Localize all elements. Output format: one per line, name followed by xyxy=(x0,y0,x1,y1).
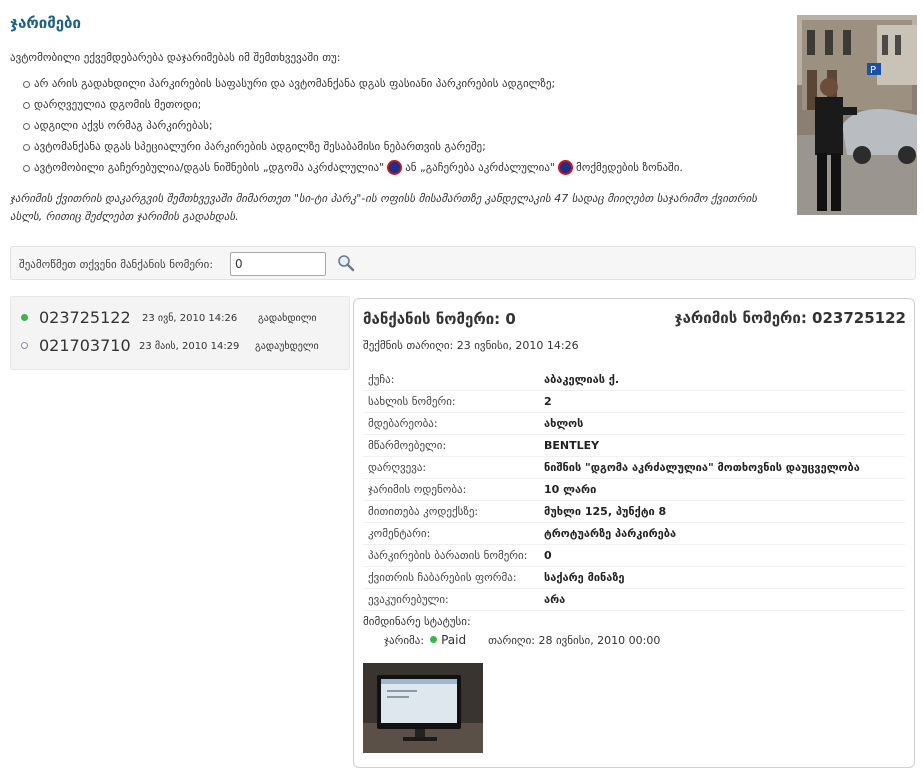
fines-list: 023725122 23 ივნ, 2010 14:26 გადახდილი 0… xyxy=(10,296,350,370)
bullet-icon xyxy=(23,165,30,172)
plate-number-input[interactable] xyxy=(230,252,326,276)
table-row: ევაკუირებული: არა xyxy=(363,588,905,611)
table-row: მდებარეობა: ახლოს xyxy=(363,412,905,435)
table-row: მითითება კოდექსზე: მუხლი 125, პუნქტი 8 xyxy=(363,500,905,523)
fine-row[interactable]: 021703710 23 მაის, 2010 14:29 გადაუხდელი xyxy=(11,332,349,360)
fine-info-table: ქუჩა: აბაკელიას ქ. სახლის ნომერი: 2 მდებარ… xyxy=(363,369,905,611)
svg-text:P: P xyxy=(870,65,876,76)
page-title: ჯარიმები xyxy=(10,14,81,32)
status-value: Paid xyxy=(441,633,467,647)
lost-receipt-note: ჯარიმის ქვითრის დაკარგვის შემთხვევაში მი… xyxy=(10,192,758,223)
fine-number: 021703710 xyxy=(39,336,131,355)
status-fine-label: ჯარიმა: xyxy=(384,634,425,647)
paid-status-dot-icon xyxy=(430,636,438,643)
table-row: მწარმოებელი: BENTLEY xyxy=(363,434,905,457)
bullet-icon xyxy=(23,144,30,151)
paid-status-dot-icon xyxy=(21,314,28,321)
created-date: შექმნის თარიღი: 23 ივნისი, 2010 14:26 xyxy=(363,339,579,352)
fine-date: 23 მაის, 2010 14:29 xyxy=(139,341,240,352)
table-row: სახლის ნომერი: 2 xyxy=(363,390,905,413)
no-stopping-sign-icon xyxy=(557,159,573,175)
parking-officer-photo: P xyxy=(797,15,917,215)
unpaid-status-dot-icon xyxy=(21,342,28,349)
list-item: ავტომანქანა დგას სპეციალური პარკირების ა… xyxy=(10,137,790,158)
search-label: შეამოწმეთ თქვენი მანქანის ნომერი: xyxy=(19,258,214,271)
status-date: თარიღი: 28 ივნისი, 2010 00:00 xyxy=(488,634,661,647)
bullet-icon xyxy=(23,123,30,130)
table-row: ქუჩა: აბაკელიას ქ. xyxy=(363,369,905,391)
list-item: ადგილი აქვს ორმაგ პარკირებას; xyxy=(10,116,790,137)
fine-status: გადახდილი xyxy=(258,313,317,324)
fine-status: გადაუხდელი xyxy=(255,341,319,352)
list-item: დარღვეულია დგომის მეთოდი; xyxy=(10,95,790,116)
table-row: პარკირების ბარათის ნომერი: 0 xyxy=(363,544,905,567)
reasons-list: არ არის გადახდილი პარკირების საფასური და… xyxy=(10,74,790,179)
fine-number-heading: ჯარიმის ნომერი: 023725122 xyxy=(674,309,906,327)
table-row: კომენტარი: ტროტუარზე პარკირება xyxy=(363,522,905,545)
current-status-label: მიმდინარე სტატუსი: xyxy=(363,615,471,628)
fine-date: 23 ივნ, 2010 14:26 xyxy=(142,313,238,324)
search-icon[interactable] xyxy=(336,253,356,273)
evidence-photo-thumbnail[interactable] xyxy=(363,663,483,753)
bullet-icon xyxy=(23,102,30,109)
table-row: დარღვევა: ნიშნის "დგომა აკრძალულია" მოთხო… xyxy=(363,456,905,479)
table-row: ჯარიმის ოდენობა: 10 ლარი xyxy=(363,478,905,501)
fine-number: 023725122 xyxy=(39,308,131,327)
table-row: ქვითრის ჩაბარების ფორმა: საქარე მინაზე xyxy=(363,566,905,589)
plate-search-bar: შეამოწმეთ თქვენი მანქანის ნომერი: xyxy=(10,246,916,280)
plate-number-heading: მანქანის ნომერი: 0 xyxy=(363,310,516,328)
fine-row[interactable]: 023725122 23 ივნ, 2010 14:26 გადახდილი xyxy=(11,304,349,332)
no-parking-sign-icon xyxy=(387,159,403,175)
list-item: ავტომობილი გაჩერებულია/დგას ნიშნების „დგ… xyxy=(10,158,790,179)
bullet-icon xyxy=(23,81,30,88)
current-status-line: ჯარიმა: Paid თარიღი: 28 ივნისი, 2010 00:00 xyxy=(384,633,660,647)
intro-text: ავტომობილი ექვემდებარება დაჯარიმებას იმ … xyxy=(10,51,341,64)
list-item: არ არის გადახდილი პარკირების საფასური და… xyxy=(10,74,790,95)
fine-detail-panel: მანქანის ნომერი: 0 ჯარიმის ნომერი: 02372… xyxy=(353,298,915,768)
